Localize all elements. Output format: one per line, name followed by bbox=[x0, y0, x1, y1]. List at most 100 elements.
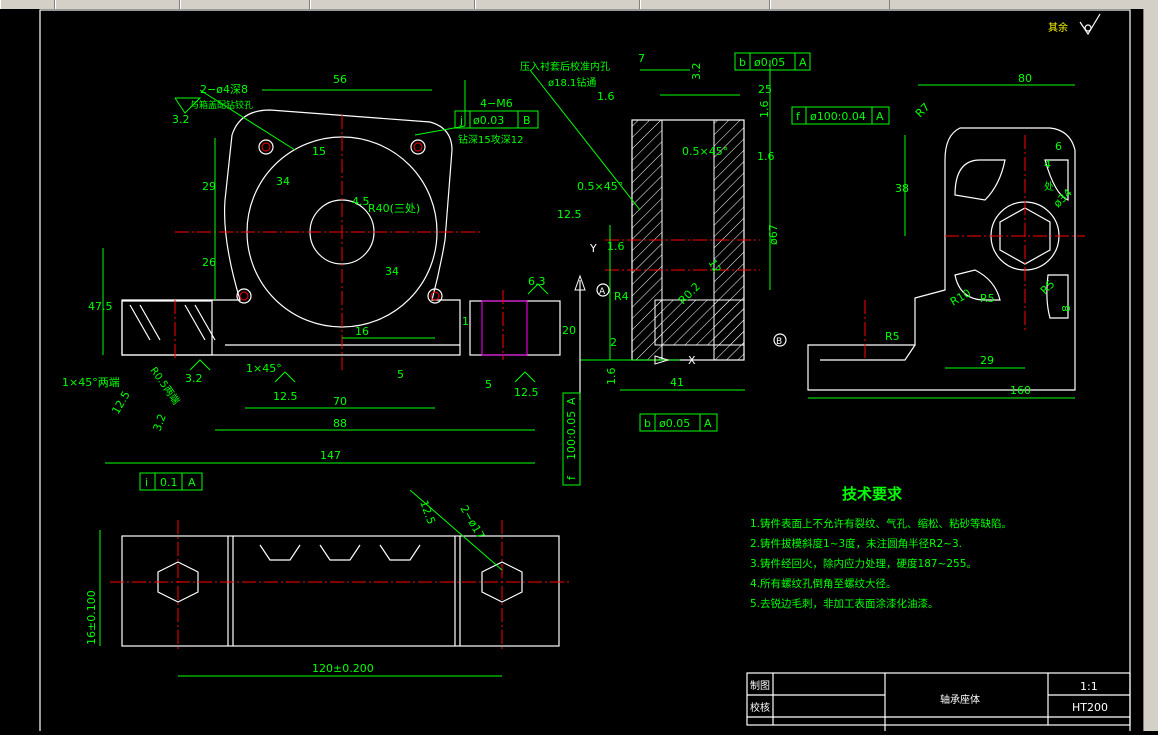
window-tab-1[interactable] bbox=[0, 0, 55, 9]
gdt-b1-ref: A bbox=[799, 56, 807, 69]
ra-12-5-section: 12.5 bbox=[557, 208, 582, 221]
dim-25: 25 bbox=[758, 83, 772, 96]
dim-r0-5: R0.5两端 bbox=[148, 364, 183, 407]
title-part-name: 轴承座体 bbox=[940, 693, 980, 706]
ra-12-5-b: 12.5 bbox=[514, 386, 539, 399]
dim-147: 147 bbox=[320, 449, 341, 462]
window-tab-4[interactable] bbox=[310, 0, 475, 9]
datum-a: A bbox=[599, 287, 606, 297]
dim-3-2: 3.2 bbox=[690, 63, 703, 81]
dim-holes: 2−ø4深8 bbox=[200, 83, 248, 96]
dim-4: 4 bbox=[1044, 158, 1051, 171]
dim-r5-c: R5 bbox=[885, 330, 900, 343]
ra-3-2-a: 3.2 bbox=[172, 113, 190, 126]
dim-r5-b: R5 bbox=[1038, 278, 1058, 298]
gdt-b1-value: ø0.05 bbox=[754, 56, 785, 69]
section-view: 压入衬套后校准内孔 ø18.1钻通 7 3.2 25 b ø0.05 A f ø… bbox=[520, 52, 890, 486]
gdt-f2-ref: A bbox=[565, 397, 578, 405]
title-scale: 1:1 bbox=[1080, 680, 1098, 693]
gdt-f2-value: 100:0.05 bbox=[565, 411, 578, 460]
dim-34-b: 34 bbox=[385, 265, 399, 278]
tech-req-item: 3.铸件经回火，除内应力处理，硬度187~255。 bbox=[750, 557, 977, 570]
dim-r7: R7 bbox=[913, 101, 933, 121]
title-checked: 校核 bbox=[750, 701, 770, 714]
dim-m6: 4−M6 bbox=[480, 97, 513, 110]
gdt-j-symbol: j bbox=[459, 114, 463, 127]
gdt-b2-symbol: b bbox=[644, 417, 651, 430]
chamfer-1: 1×45° bbox=[246, 362, 282, 375]
dim-r40: R40(三处) bbox=[368, 202, 420, 215]
front-view: 56 2−ø4深8 与箱盖配钻铰孔 3.2 4−M6 j ø0.03 B 钻深1… bbox=[62, 73, 576, 491]
dim-16-tol: 16±0.100 bbox=[85, 590, 98, 645]
ra-3-2-c: 3.2 bbox=[151, 412, 169, 433]
chamfer-0-5-b: 0.5×45° bbox=[577, 180, 623, 193]
ra-3-2-b: 3.2 bbox=[185, 372, 203, 385]
gdt-j-value: ø0.03 bbox=[473, 114, 504, 127]
dim-6: 6 bbox=[1055, 140, 1062, 153]
ra-12-5-a: 12.5 bbox=[273, 390, 298, 403]
dim-70: 70 bbox=[333, 395, 347, 408]
dim-29-side: 29 bbox=[980, 354, 994, 367]
technical-requirements: 技术要求 1.铸件表面上不允许有裂纹、气孔、缩松、粘砂等缺陷。 2.铸件拔模斜度… bbox=[750, 485, 1012, 610]
dim-16: 16 bbox=[355, 325, 369, 338]
axis-x: X bbox=[688, 354, 696, 367]
gdt-f1-ref: A bbox=[876, 110, 884, 123]
window-tab-6[interactable] bbox=[640, 0, 770, 9]
ra-12-5-c: 12.5 bbox=[109, 389, 133, 417]
gdt-j-ref: B bbox=[523, 114, 531, 127]
dim-20: 20 bbox=[562, 324, 576, 337]
tech-req-title: 技术要求 bbox=[842, 485, 903, 503]
title-material: HT200 bbox=[1072, 701, 1108, 714]
dim-7: 7 bbox=[638, 52, 645, 65]
window-tab-2[interactable] bbox=[55, 0, 180, 9]
dim-88: 88 bbox=[333, 417, 347, 430]
window-tab-3[interactable] bbox=[180, 0, 310, 9]
dim-2: 2 bbox=[610, 336, 617, 349]
cad-drawing: 56 2−ø4深8 与箱盖配钻铰孔 3.2 4−M6 j ø0.03 B 钻深1… bbox=[39, 9, 1131, 735]
dim-phi67: ø67 bbox=[767, 224, 780, 245]
chamfer-0-5-a: 0.5×45° bbox=[682, 145, 728, 158]
window-tab-7[interactable] bbox=[770, 0, 890, 9]
ra-1-6-b: 1.6 bbox=[758, 101, 771, 119]
dim-top-width: 56 bbox=[333, 73, 347, 86]
gdt-f2-symbol: f bbox=[565, 475, 578, 480]
dim-r4: R4 bbox=[614, 290, 629, 303]
dim-1: 1 bbox=[462, 315, 469, 328]
cad-drawing-canvas[interactable]: 56 2−ø4深8 与箱盖配钻铰孔 3.2 4−M6 j ø0.03 B 钻深1… bbox=[0, 9, 1144, 735]
dim-15: 15 bbox=[312, 145, 326, 158]
dim-8: 8 bbox=[1060, 305, 1073, 312]
dim-phi34: ø34 bbox=[1051, 186, 1075, 210]
title-block: 制图 校核 轴承座体 1:1 HT200 bbox=[746, 672, 1131, 731]
drawing-border bbox=[39, 9, 1131, 735]
axis-y: Y bbox=[589, 242, 597, 255]
dim-holes-note: 与箱盖配钻铰孔 bbox=[190, 99, 253, 111]
dim-38: 38 bbox=[895, 182, 909, 195]
dim-26: 26 bbox=[202, 256, 216, 269]
dim-120-tol: 120±0.200 bbox=[312, 662, 374, 675]
tech-req-item: 4.所有螺纹孔倒角至螺纹大径。 bbox=[750, 577, 897, 590]
title-drawn: 制图 bbox=[750, 679, 770, 692]
vertical-scrollbar[interactable] bbox=[1143, 9, 1158, 731]
dim-41: 41 bbox=[670, 376, 684, 389]
note-drill: ø18.1钻通 bbox=[548, 76, 596, 89]
dim-m6-depth: 钻深15攻深12 bbox=[458, 133, 523, 146]
ra-12-5-top: 12.5 bbox=[417, 499, 438, 526]
corner-roughness: 其余 bbox=[1048, 13, 1101, 36]
dim-r5-a: R5 bbox=[980, 292, 995, 305]
dim-47-5: 47.5 bbox=[88, 300, 113, 313]
gdt-b2-ref: A bbox=[704, 417, 712, 430]
side-note: 处 bbox=[1044, 181, 1054, 193]
dim-160: 160 bbox=[1010, 384, 1031, 397]
ra-6-3: 6.3 bbox=[528, 275, 546, 288]
note-press-bushing: 压入衬套后校准内孔 bbox=[520, 60, 610, 73]
gdt-i-value: 0.1 bbox=[160, 476, 178, 489]
dim-29: 29 bbox=[202, 180, 216, 193]
window-tab-5[interactable] bbox=[475, 0, 640, 9]
dim-5-b: 5 bbox=[485, 378, 492, 391]
gdt-i-symbol: i bbox=[145, 476, 148, 489]
gdt-f1-symbol: f bbox=[796, 110, 801, 123]
gdt-i-ref: A bbox=[188, 476, 196, 489]
ra-1-6-c: 1.6 bbox=[757, 150, 775, 163]
ra-1-6-d: 1.6 bbox=[607, 240, 625, 253]
gdt-f1-value: ø100:0.04 bbox=[810, 110, 866, 123]
